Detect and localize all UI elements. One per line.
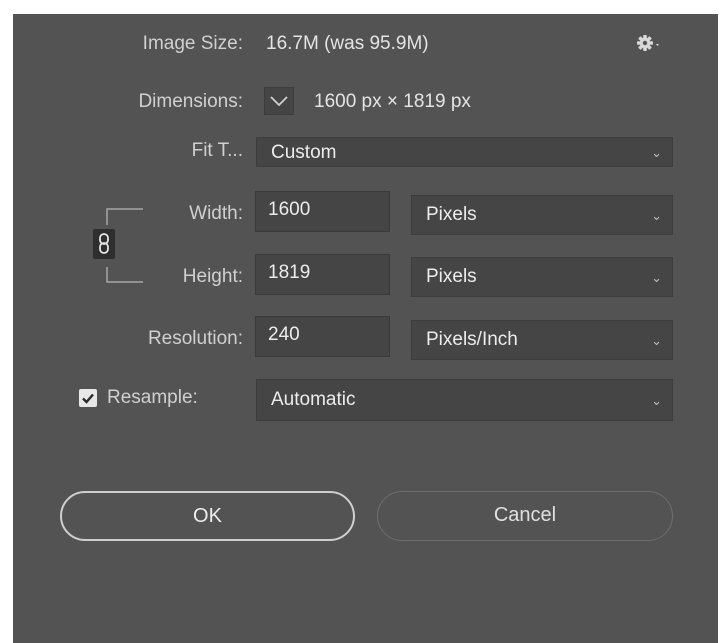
resolution-unit-select[interactable]: Pixels/Inch ⌄ bbox=[411, 320, 673, 360]
ok-button[interactable]: OK bbox=[60, 491, 355, 541]
width-label: Width: bbox=[189, 203, 243, 224]
fit-to-value: Custom bbox=[271, 142, 337, 163]
gear-icon bbox=[637, 35, 659, 51]
resample-select[interactable]: Automatic ⌄ bbox=[256, 379, 673, 421]
height-label: Height: bbox=[182, 266, 243, 287]
constrain-proportions-toggle[interactable] bbox=[93, 229, 115, 259]
width-input[interactable]: 1600 bbox=[255, 191, 390, 232]
width-unit-select[interactable]: Pixels ⌄ bbox=[411, 195, 673, 235]
width-unit-value: Pixels bbox=[426, 204, 477, 225]
cancel-button[interactable]: Cancel bbox=[377, 491, 673, 541]
chevron-down-icon: ⌄ bbox=[651, 270, 662, 285]
resample-label: Resample: bbox=[107, 387, 198, 408]
chevron-down-icon: ⌄ bbox=[651, 333, 662, 348]
height-unit-select[interactable]: Pixels ⌄ bbox=[411, 257, 673, 297]
fit-to-select[interactable]: Custom ⌄ bbox=[256, 137, 673, 167]
settings-gear-button[interactable] bbox=[635, 31, 665, 55]
chevron-down-icon: ⌄ bbox=[651, 208, 662, 223]
height-unit-value: Pixels bbox=[426, 266, 477, 287]
chevron-down-icon bbox=[270, 96, 288, 107]
resample-value: Automatic bbox=[271, 389, 356, 410]
link-chain-icon bbox=[99, 233, 109, 254]
dimensions-units-dropdown[interactable] bbox=[264, 87, 294, 115]
resample-checkbox[interactable] bbox=[79, 389, 97, 407]
image-size-label: Image Size: bbox=[142, 33, 243, 54]
fit-to-label: Fit T... bbox=[191, 140, 243, 161]
resolution-input[interactable]: 240 bbox=[255, 316, 390, 357]
dimensions-value: 1600 px × 1819 px bbox=[314, 91, 471, 112]
image-size-value: 16.7M (was 95.9M) bbox=[266, 33, 429, 54]
chevron-down-icon: ⌄ bbox=[651, 145, 662, 160]
image-size-dialog: Image Size: 16.7M (was 95.9M) Dimensions… bbox=[13, 14, 718, 643]
chevron-down-icon: ⌄ bbox=[651, 393, 662, 408]
dimensions-label: Dimensions: bbox=[138, 91, 243, 112]
resolution-label: Resolution: bbox=[147, 328, 243, 349]
resolution-unit-value: Pixels/Inch bbox=[426, 329, 518, 350]
height-input[interactable]: 1819 bbox=[255, 254, 390, 295]
checkmark-icon bbox=[82, 393, 94, 404]
